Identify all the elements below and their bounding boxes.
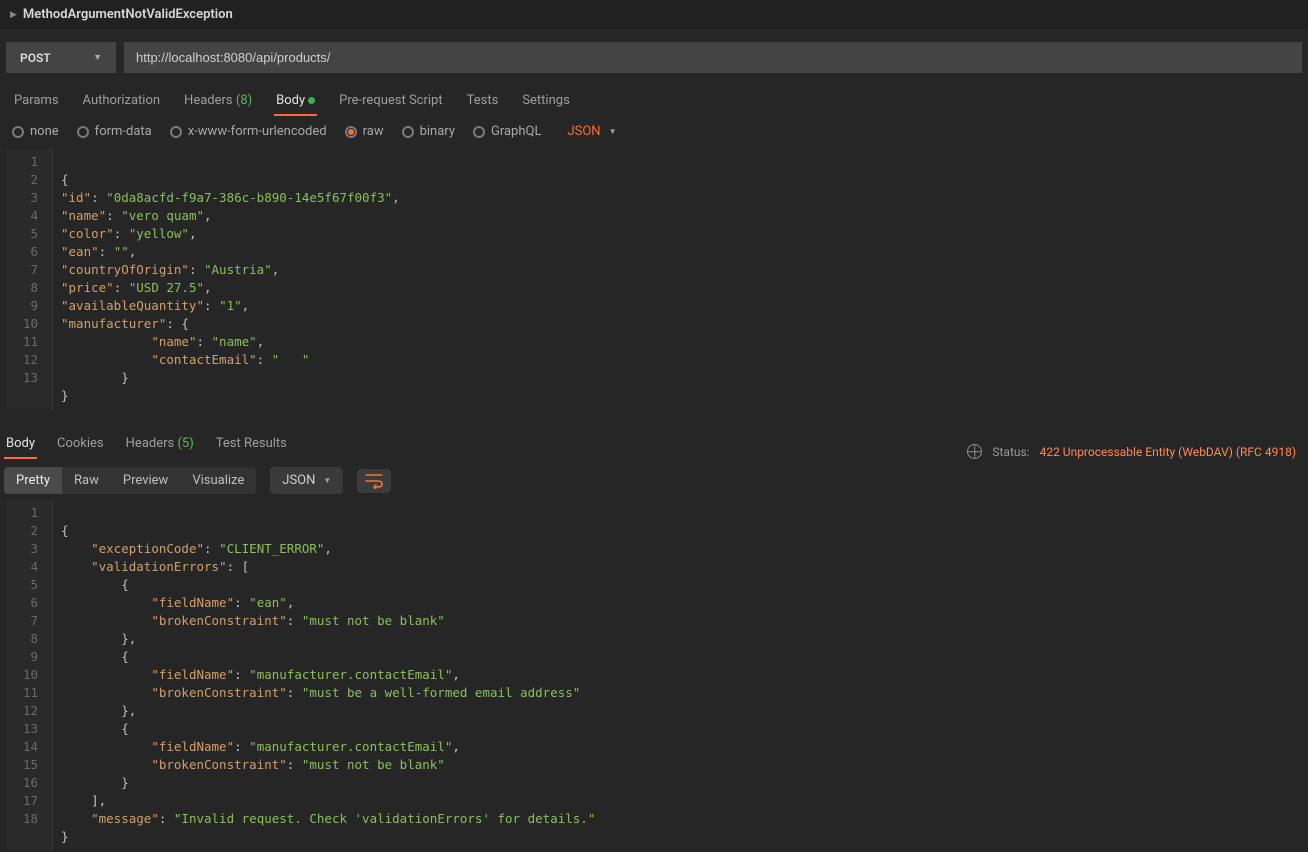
tab-headers-count: (8) xyxy=(236,93,252,108)
response-format-label: JSON xyxy=(282,473,315,488)
gutter: 123456789101112131415161718 xyxy=(6,500,52,850)
status-value: 422 Unprocessable Entity (WebDAV) (RFC 4… xyxy=(1040,445,1296,459)
resp-tab-cookies[interactable]: Cookies xyxy=(55,430,106,459)
tab-headers-label: Headers xyxy=(184,93,233,108)
request-row: POST ▼ xyxy=(0,29,1308,83)
gutter: 12345678910111213 xyxy=(6,149,52,409)
tab-body-label: Body xyxy=(276,93,305,108)
bodytype-row: none form-data x-www-form-urlencoded raw… xyxy=(0,116,1308,149)
view-visualize[interactable]: Visualize xyxy=(180,467,256,494)
radio-icon xyxy=(12,126,24,138)
radio-icon xyxy=(402,126,414,138)
titlebar: ▶ MethodArgumentNotValidException xyxy=(0,0,1308,29)
chevron-down-icon: ▼ xyxy=(609,127,617,136)
tab-body[interactable]: Body xyxy=(274,87,317,116)
response-body-viewer[interactable]: 123456789101112131415161718 { "exception… xyxy=(6,500,1302,850)
resp-tab-headers-count: (5) xyxy=(177,436,193,451)
tab-prerequest[interactable]: Pre-request Script xyxy=(337,87,444,116)
dot-indicator-icon xyxy=(308,97,315,104)
raw-format-label: JSON xyxy=(567,124,600,139)
request-title: MethodArgumentNotValidException xyxy=(23,7,233,22)
radio-raw[interactable]: raw xyxy=(345,124,384,139)
view-pretty[interactable]: Pretty xyxy=(4,467,62,494)
wrap-icon xyxy=(365,473,383,489)
tab-authorization[interactable]: Authorization xyxy=(81,87,163,116)
radio-binary[interactable]: binary xyxy=(402,124,455,139)
request-tabs: Params Authorization Headers (8) Body Pr… xyxy=(0,83,1308,116)
radio-none[interactable]: none xyxy=(12,124,59,139)
status-label: Status: xyxy=(992,445,1029,459)
radio-icon xyxy=(345,126,357,138)
radio-formdata-label: form-data xyxy=(95,124,152,139)
resp-tab-headers-label: Headers xyxy=(126,436,175,451)
tab-tests[interactable]: Tests xyxy=(465,87,501,116)
globe-icon[interactable] xyxy=(967,444,982,459)
view-raw[interactable]: Raw xyxy=(62,467,111,494)
view-seg: Pretty Raw Preview Visualize xyxy=(4,467,256,494)
tab-settings[interactable]: Settings xyxy=(520,87,571,116)
chevron-down-icon: ▼ xyxy=(323,476,331,485)
view-tabs: Pretty Raw Preview Visualize JSON ▼ xyxy=(0,459,1308,500)
method-label: POST xyxy=(20,51,51,65)
radio-icon xyxy=(170,126,182,138)
radio-binary-label: binary xyxy=(420,124,455,139)
view-preview[interactable]: Preview xyxy=(111,467,180,494)
radio-none-label: none xyxy=(30,124,59,139)
radio-formdata[interactable]: form-data xyxy=(77,124,152,139)
raw-format-select[interactable]: JSON ▼ xyxy=(567,124,616,139)
wrap-lines-button[interactable] xyxy=(357,469,391,493)
radio-urlenc-label: x-www-form-urlencoded xyxy=(188,124,327,139)
resp-tab-body[interactable]: Body xyxy=(4,430,37,459)
code[interactable]: { "exceptionCode": "CLIENT_ERROR", "vali… xyxy=(52,500,1302,850)
response-tabs-row: Body Cookies Headers (5) Test Results St… xyxy=(0,427,1308,459)
radio-raw-label: raw xyxy=(363,124,384,139)
status-area: Status: 422 Unprocessable Entity (WebDAV… xyxy=(967,444,1296,459)
radio-icon xyxy=(473,126,485,138)
resp-tab-headers[interactable]: Headers (5) xyxy=(124,430,196,459)
radio-graphql[interactable]: GraphQL xyxy=(473,124,541,139)
url-input[interactable] xyxy=(124,42,1302,73)
chevron-down-icon: ▼ xyxy=(93,52,102,63)
tab-params[interactable]: Params xyxy=(12,87,61,116)
code[interactable]: { "id": "0da8acfd-f9a7-386c-b890-14e5f67… xyxy=(52,149,1302,409)
radio-icon xyxy=(77,126,89,138)
radio-urlencoded[interactable]: x-www-form-urlencoded xyxy=(170,124,327,139)
expand-icon[interactable]: ▶ xyxy=(10,10,17,20)
method-select[interactable]: POST ▼ xyxy=(6,42,116,73)
radio-graphql-label: GraphQL xyxy=(491,124,541,139)
resp-tab-testresults[interactable]: Test Results xyxy=(214,430,289,459)
request-body-editor[interactable]: 12345678910111213 { "id": "0da8acfd-f9a7… xyxy=(6,149,1302,409)
response-format-select[interactable]: JSON ▼ xyxy=(270,467,343,494)
tab-headers[interactable]: Headers (8) xyxy=(182,87,254,116)
